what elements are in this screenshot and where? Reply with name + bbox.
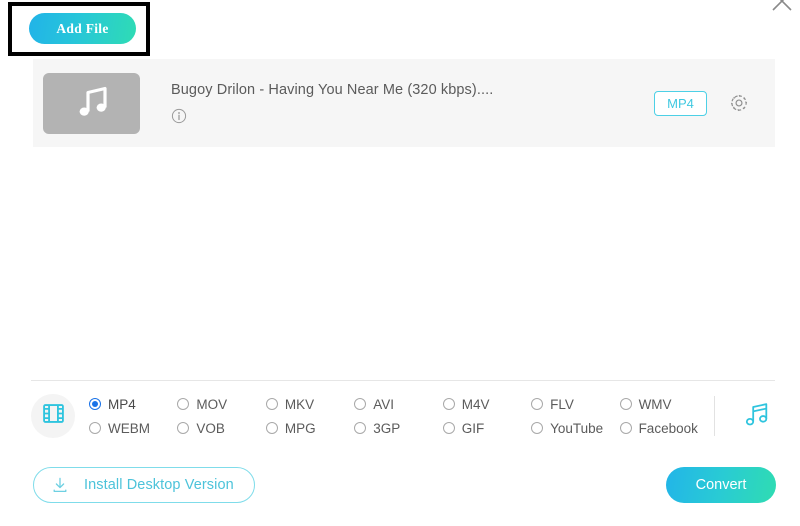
radio-webm[interactable] xyxy=(89,422,101,434)
radio-3gp[interactable] xyxy=(354,422,366,434)
format-option-mkv[interactable]: MKV xyxy=(266,392,354,416)
radio-flv[interactable] xyxy=(531,398,543,410)
format-label: Facebook xyxy=(639,421,698,436)
format-label: MP4 xyxy=(108,397,136,412)
format-label: GIF xyxy=(462,421,485,436)
format-label: MOV xyxy=(196,397,227,412)
add-file-button[interactable]: Add File xyxy=(29,13,136,44)
radio-facebook[interactable] xyxy=(620,422,632,434)
film-strip-icon xyxy=(41,401,66,431)
close-icon[interactable] xyxy=(767,0,797,16)
music-note-icon xyxy=(72,81,112,126)
info-icon[interactable] xyxy=(171,108,187,124)
format-option-avi[interactable]: AVI xyxy=(354,392,442,416)
footer-bar: Install Desktop Version Convert xyxy=(0,460,800,510)
format-option-mpg[interactable]: MPG xyxy=(266,416,354,440)
radio-mpg[interactable] xyxy=(266,422,278,434)
music-note-icon xyxy=(741,399,771,434)
output-format-badge[interactable]: MP4 xyxy=(654,91,707,116)
format-label: AVI xyxy=(373,397,394,412)
file-name: Bugoy Drilon - Having You Near Me (320 k… xyxy=(171,82,654,98)
format-option-mov[interactable]: MOV xyxy=(177,392,265,416)
format-option-3gp[interactable]: 3GP xyxy=(354,416,442,440)
gear-icon[interactable] xyxy=(728,92,750,114)
section-divider xyxy=(31,380,775,381)
format-label: M4V xyxy=(462,397,490,412)
format-option-mp4[interactable]: MP4 xyxy=(89,392,177,416)
format-option-m4v[interactable]: M4V xyxy=(443,392,531,416)
radio-avi[interactable] xyxy=(354,398,366,410)
radio-wmv[interactable] xyxy=(620,398,632,410)
convert-button[interactable]: Convert xyxy=(666,467,776,503)
format-option-vob[interactable]: VOB xyxy=(177,416,265,440)
file-row[interactable]: Bugoy Drilon - Having You Near Me (320 k… xyxy=(33,59,775,147)
format-option-youtube[interactable]: YouTube xyxy=(531,416,619,440)
format-label: FLV xyxy=(550,397,574,412)
format-label: 3GP xyxy=(373,421,400,436)
format-option-gif[interactable]: GIF xyxy=(443,416,531,440)
radio-youtube[interactable] xyxy=(531,422,543,434)
format-label: MPG xyxy=(285,421,316,436)
format-option-webm[interactable]: WEBM xyxy=(89,416,177,440)
download-icon xyxy=(50,475,70,495)
top-toolbar: Add File xyxy=(0,0,800,57)
audio-tab-button[interactable] xyxy=(737,397,775,435)
format-label: WEBM xyxy=(108,421,150,436)
format-label: YouTube xyxy=(550,421,603,436)
radio-vob[interactable] xyxy=(177,422,189,434)
format-option-facebook[interactable]: Facebook xyxy=(620,416,708,440)
format-label: WMV xyxy=(639,397,672,412)
file-list: Bugoy Drilon - Having You Near Me (320 k… xyxy=(33,59,775,147)
format-section-divider xyxy=(714,396,715,436)
file-thumbnail xyxy=(43,73,140,134)
radio-gif[interactable] xyxy=(443,422,455,434)
format-option-wmv[interactable]: WMV xyxy=(620,392,708,416)
format-label: VOB xyxy=(196,421,225,436)
format-option-flv[interactable]: FLV xyxy=(531,392,619,416)
video-tab-button[interactable] xyxy=(31,394,75,438)
install-desktop-version-button[interactable]: Install Desktop Version xyxy=(33,467,255,503)
format-label: MKV xyxy=(285,397,314,412)
radio-mov[interactable] xyxy=(177,398,189,410)
radio-mp4[interactable] xyxy=(89,398,101,410)
install-desktop-version-label: Install Desktop Version xyxy=(84,477,234,493)
format-picker: MP4 MOV MKV AVI M4V FLV WMV WEBM xyxy=(31,388,775,444)
radio-mkv[interactable] xyxy=(266,398,278,410)
radio-m4v[interactable] xyxy=(443,398,455,410)
file-info: Bugoy Drilon - Having You Near Me (320 k… xyxy=(140,82,654,124)
format-option-grid: MP4 MOV MKV AVI M4V FLV WMV WEBM xyxy=(89,392,708,440)
